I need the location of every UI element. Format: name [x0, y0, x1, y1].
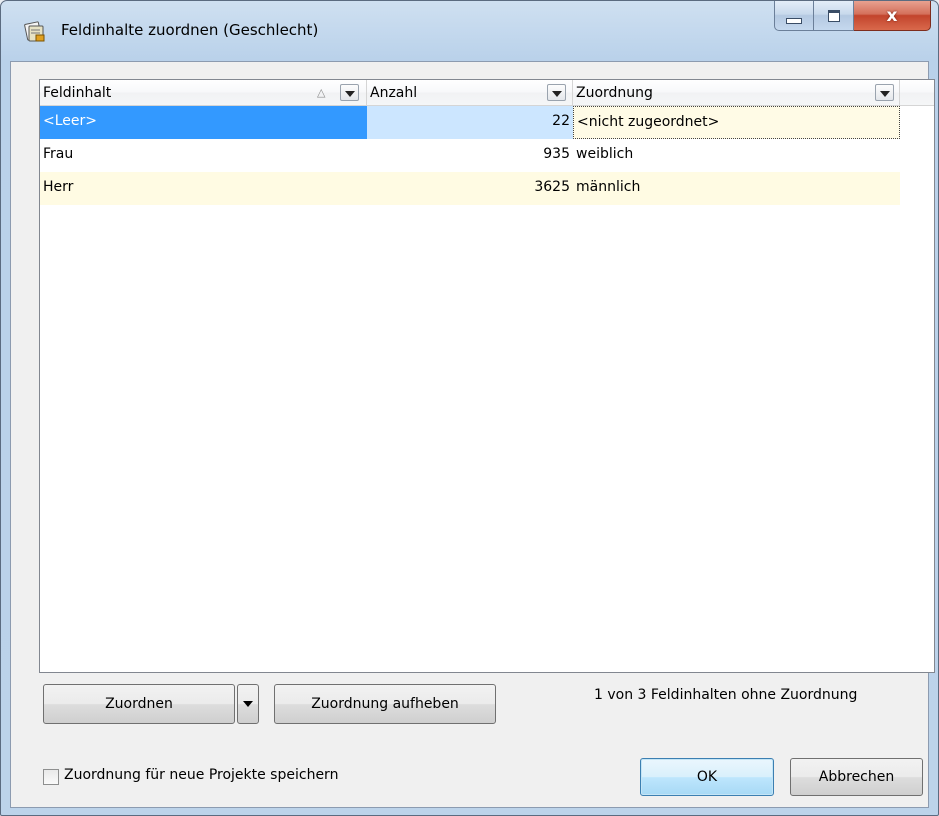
cell-feldinhalt[interactable]: <Leer>	[40, 106, 367, 139]
cell-anzahl[interactable]: 935	[367, 139, 573, 172]
table-row[interactable]: <Leer> 22 <nicht zugeordnet>	[40, 106, 900, 139]
maximize-icon	[827, 9, 840, 22]
ok-button[interactable]: OK	[640, 758, 774, 796]
maximize-button[interactable]	[814, 1, 854, 31]
column-header-label: Feldinhalt	[43, 85, 112, 101]
chevron-down-icon	[879, 91, 890, 97]
column-header-label: Zuordnung	[576, 85, 653, 101]
app-form-icon	[23, 21, 47, 43]
minimize-button[interactable]	[774, 1, 814, 31]
column-header-zuordnung[interactable]: Zuordnung	[573, 80, 900, 106]
title-bar[interactable]: Feldinhalte zuordnen (Geschlecht) x	[1, 1, 938, 61]
filter-dropdown-button[interactable]	[547, 84, 566, 101]
status-text: 1 von 3 Feldinhalten ohne Zuordnung	[594, 687, 858, 703]
unassign-button[interactable]: Zuordnung aufheben	[274, 684, 496, 724]
column-header-filler	[900, 80, 934, 106]
dialog-client-area: Feldinhalt △ Anzahl Zuordnung <Leer> 22 …	[10, 61, 935, 808]
close-icon: x	[886, 5, 898, 26]
minimize-icon	[786, 17, 802, 24]
column-header-label: Anzahl	[370, 85, 418, 101]
sort-ascending-icon: △	[317, 86, 326, 99]
window-title: Feldinhalte zuordnen (Geschlecht)	[61, 21, 319, 39]
chevron-down-icon	[344, 91, 355, 97]
assign-button[interactable]: Zuordnen	[43, 684, 235, 724]
cell-anzahl[interactable]: 3625	[367, 172, 573, 205]
cell-zuordnung[interactable]: männlich	[573, 172, 900, 205]
close-button[interactable]: x	[854, 1, 931, 31]
table-row[interactable]: Frau 935 weiblich	[40, 139, 900, 172]
dialog-window: Feldinhalte zuordnen (Geschlecht) x Feld…	[0, 0, 939, 816]
cell-feldinhalt[interactable]: Herr	[40, 172, 367, 205]
chevron-down-icon	[551, 91, 562, 97]
cell-zuordnung[interactable]: <nicht zugeordnet>	[573, 106, 900, 139]
save-for-new-projects-checkbox[interactable]	[43, 769, 59, 785]
table-row[interactable]: Herr 3625 männlich	[40, 172, 900, 205]
caption-buttons: x	[774, 1, 931, 31]
column-header-anzahl[interactable]: Anzahl	[367, 80, 573, 106]
chevron-down-icon	[243, 701, 253, 707]
field-content-grid[interactable]: Feldinhalt △ Anzahl Zuordnung <Leer> 22 …	[39, 79, 935, 673]
filter-dropdown-button[interactable]	[340, 84, 359, 101]
cell-feldinhalt[interactable]: Frau	[40, 139, 367, 172]
cancel-button[interactable]: Abbrechen	[790, 758, 923, 796]
assign-dropdown-button[interactable]	[237, 684, 259, 724]
save-for-new-projects-label[interactable]: Zuordnung für neue Projekte speichern	[64, 767, 338, 783]
cell-anzahl[interactable]: 22	[367, 106, 573, 139]
column-header-feldinhalt[interactable]: Feldinhalt △	[40, 80, 367, 106]
filter-dropdown-button[interactable]	[875, 84, 894, 101]
cell-zuordnung[interactable]: weiblich	[573, 139, 900, 172]
